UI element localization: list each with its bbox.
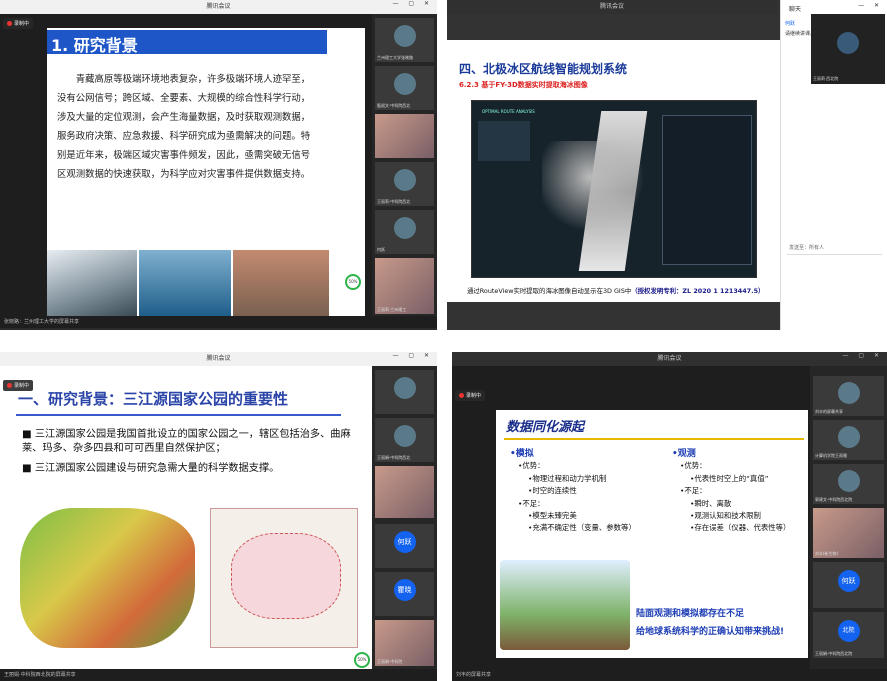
participant-tile[interactable] <box>375 466 434 518</box>
recording-badge: 录制中 <box>3 18 34 29</box>
avatar: 何跃 <box>393 531 416 554</box>
chat-input[interactable] <box>787 254 882 304</box>
participant-tile[interactable]: 何跃 <box>375 524 434 568</box>
meeting-window-2: 腾讯会议 四、北极冰区航线智能规划系统 6.2.3 基于FY-3D数据实时提取海… <box>447 0 887 330</box>
participant-tile[interactable]: 郭建文·中科院西北院 <box>813 464 884 504</box>
meeting-window-4: 腾讯会议 — ▢ ✕ 录制中 数据同化源起 •模拟 •优势： •物理过程和动力学… <box>452 352 887 681</box>
avatar <box>393 25 416 48</box>
avatar <box>837 469 860 492</box>
camera-feed <box>375 466 434 518</box>
participant-panel: 王丽娟·中科院西北 何跃 瞿晓 王丽娟·中科院 <box>372 366 437 669</box>
participant-tile[interactable]: 王丽娟·中科院 <box>375 620 434 666</box>
chat-user: 何跃 <box>785 21 796 27</box>
participant-tile[interactable]: 计算机学院王雨雅 <box>813 420 884 460</box>
slide-paragraph: 青藏高原等极端环境地表复杂，许多极端环境人迹罕至，没有公网信号；跨区域、全要素、… <box>57 74 311 180</box>
slide-title: 数据同化源起 <box>506 420 585 435</box>
avatar <box>393 73 416 96</box>
slide-caption: 通过RouteView实时提取的海冰图像自动显示在3D GIS中（授权发明专利：… <box>467 287 765 295</box>
slide-title: 四、北极冰区航线智能规划系统 <box>459 62 628 76</box>
participant-tile[interactable]: 王丽娟·中科院西北 <box>375 418 434 462</box>
participant-tile[interactable]: 何跃 <box>813 562 884 608</box>
slide-3: 录制中 一、研究背景：三江源国家公园的重要性 ■ 三江源国家公园是我国首批设立的… <box>0 366 372 669</box>
slide-1: 1. 研究背景 青藏高原等极端环境地表复杂，许多极端环境人迹罕至，没有公网信号；… <box>47 28 365 316</box>
avatar <box>393 169 416 192</box>
participant-tile[interactable]: 北院 王丽娟·中科院西北院 <box>813 612 884 658</box>
participant-tile[interactable]: 兰州理工大学张晓路 <box>375 18 434 62</box>
window-controls[interactable]: — ▢ ✕ <box>392 0 433 7</box>
window-title: 腾讯会议 <box>452 352 887 366</box>
participant-tile[interactable]: 刘丰的屏幕共享 <box>813 376 884 416</box>
participant-panel: 兰州理工大学张晓路 甄斌文·中科院西北 王丽莉·中科院西北 何跃 王丽莉·兰州理… <box>372 14 437 316</box>
meeting-window-1: 腾讯会议 — ▢ ✕ 录制中 1. 研究背景 青藏高原等极端环境地表复杂，许多极… <box>0 0 437 330</box>
earth-system-diagram <box>500 560 630 650</box>
route-panel[interactable] <box>478 121 530 161</box>
share-bar: 王丽娟·中科院西北院的屏幕共享 <box>0 669 437 681</box>
window-controls[interactable]: — ▢ ✕ <box>842 352 883 359</box>
title-rule <box>504 438 804 440</box>
recording-badge: 录制中 <box>455 390 486 401</box>
app-title: OPTIMAL ROUTE ANALYSIS <box>482 109 535 114</box>
participant-tile[interactable]: 何跃 <box>375 210 434 254</box>
gis-screen: OPTIMAL ROUTE ANALYSIS <box>471 100 757 278</box>
slide-subtitle: 6.2.3 基于FY-3D数据实时提取海冰图像 <box>459 81 588 89</box>
avatar: 瞿晓 <box>393 579 416 602</box>
obs-column: •观测 •优势： •代表性时空上的“真值” •不足： •瞬时、离散 •观测认知和… <box>672 449 791 533</box>
slide-photo-ocean <box>139 250 231 316</box>
share-bar: 张晓路：兰州理工大学的屏幕共享 <box>0 316 437 328</box>
conclusion-2: 给地球系统科学的正确认知带来挑战! <box>636 627 785 637</box>
participant-tile[interactable] <box>375 114 434 158</box>
camera-feed <box>375 258 434 314</box>
share-bar: 刘丰的屏幕共享 <box>452 669 887 681</box>
meeting-window-3: 腾讯会议 — ▢ ✕ 录制中 一、研究背景：三江源国家公园的重要性 ■ 三江源国… <box>0 352 437 681</box>
window-title: 腾讯会议 <box>447 0 777 14</box>
avatar <box>393 217 416 240</box>
bullet-2: ■ 三江源国家公园建设与研究急需大量的科学数据支撑。 <box>22 463 280 474</box>
participant-tile[interactable]: 王丽莉·中科院西北 <box>375 162 434 206</box>
participant-tile[interactable]: 王丽莉·兰州理工 <box>375 258 434 314</box>
chat-panel: 聊天 — ✕ 何跃 请继续讲课。 王丽莉·西北院 发送至：所有人 <box>780 0 887 330</box>
participant-tile[interactable]: 甄斌文·中科院西北 <box>375 66 434 110</box>
participant-panel: 刘丰的屏幕共享 计算机学院王雨雅 郭建文·中科院西北院 刘丰(新生物) 何跃 北… <box>810 366 887 669</box>
avatar <box>393 425 416 448</box>
map-region <box>231 533 341 619</box>
slide-photo-rescue <box>233 250 329 316</box>
participant-tile[interactable] <box>375 370 434 414</box>
window-controls[interactable]: — ▢ ✕ <box>392 352 433 359</box>
slide-2: 四、北极冰区航线智能规划系统 6.2.3 基于FY-3D数据实时提取海冰图像 O… <box>447 40 780 302</box>
bullet-1: ■ 三江源国家公园是我国首批设立的国家公园之一，辖区包括治多、曲麻莱、玛多、杂多… <box>22 429 351 454</box>
send-to[interactable]: 发送至：所有人 <box>789 244 824 251</box>
avatar: 何跃 <box>837 570 860 593</box>
avatar <box>393 377 416 400</box>
layer-panel[interactable] <box>662 115 752 265</box>
participant-tile[interactable]: 刘丰(新生物) <box>813 508 884 558</box>
avatar <box>837 381 860 404</box>
slide-4: 数据同化源起 •模拟 •优势： •物理过程和动力学机制 •时空的连续性 •不足：… <box>496 410 808 658</box>
video-tile[interactable]: 王丽莉·西北院 <box>811 14 885 84</box>
conclusion-1: 陆面观测和模拟都存在不足 <box>636 609 745 619</box>
map-vegetation <box>20 508 195 648</box>
map-admin <box>210 508 358 648</box>
slide-title: 1. 研究背景 <box>51 36 138 55</box>
chat-title: 聊天 <box>789 6 802 13</box>
window-title: 腾讯会议 <box>0 352 437 366</box>
ice-texture <box>542 141 662 231</box>
progress-badge: 50% <box>345 274 361 290</box>
slide-title: 一、研究背景：三江源国家公园的重要性 <box>18 390 289 408</box>
camera-feed <box>375 114 434 158</box>
model-column: •模拟 •优势： •物理过程和动力学机制 •时空的连续性 •不足： •模型未臻完… <box>510 449 636 533</box>
participant-tile[interactable]: 瞿晓 <box>375 572 434 616</box>
window-title: 腾讯会议 <box>0 0 437 14</box>
chat-controls[interactable]: — ✕ <box>858 2 883 9</box>
avatar <box>837 32 859 55</box>
title-rule <box>16 414 341 416</box>
avatar: 北院 <box>837 620 860 643</box>
progress-badge: 50% <box>354 652 370 668</box>
slide-photo-drones <box>47 250 137 316</box>
avatar <box>837 425 860 448</box>
